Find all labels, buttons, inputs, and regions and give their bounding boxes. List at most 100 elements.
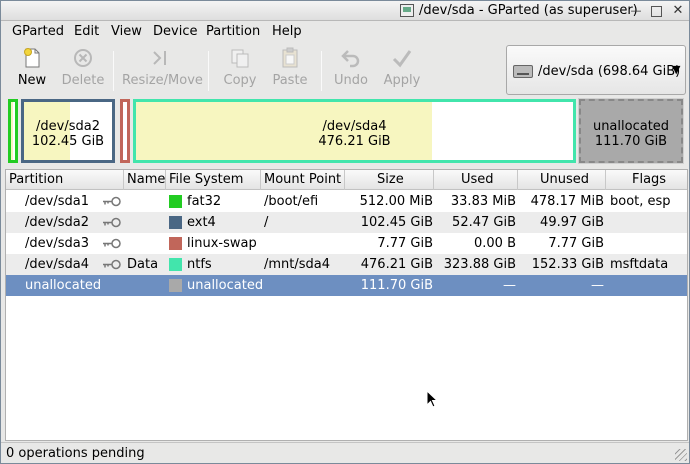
partition-block-label: /dev/sda2 102.45 GiB [31,119,105,149]
key-icon [102,259,122,270]
partition-block-sda3[interactable] [120,99,130,163]
cell-partition: unallocated [25,278,102,293]
table-row[interactable]: /dev/sda4 Data ntfs /mnt/sda4 476.21 GiB… [6,254,687,275]
column-header-unused[interactable]: Unused [518,170,606,190]
delete-button[interactable]: Delete [61,47,105,93]
cell-file-system: ext4 [187,215,216,230]
fs-color-swatch [169,237,182,250]
toolbar-separator [208,51,209,91]
column-header-name[interactable]: Name [124,170,166,190]
undo-icon [340,47,362,69]
cell-mount-point: /boot/efi [264,194,319,209]
fs-color-swatch [169,195,182,208]
disk-map: /dev/sda2 102.45 GiB /dev/sda4 476.21 Gi… [6,97,686,165]
cell-partition: /dev/sda3 [25,236,89,251]
menu-help[interactable]: Help [272,24,302,39]
copy-label: Copy [223,73,257,88]
key-icon [102,238,122,249]
apply-label: Apply [383,73,421,88]
cell-file-system: linux-swap [187,236,257,251]
app-icon [400,4,414,17]
partition-table: Partition Name File System Mount Point S… [5,169,688,441]
key-icon [102,196,122,207]
maximize-icon[interactable] [651,6,662,17]
column-header-mount-point[interactable]: Mount Point [261,170,345,190]
menu-gparted[interactable]: GParted [12,24,64,39]
cell-unused: 49.97 GiB [540,215,604,230]
paste-label: Paste [272,73,308,88]
column-header-partition[interactable]: Partition [6,170,124,190]
cell-file-system: ntfs [187,257,212,272]
cell-file-system: fat32 [187,194,222,209]
resize-grip-icon[interactable] [675,449,687,461]
paste-icon [279,47,301,69]
fs-color-swatch [169,258,182,271]
undo-button[interactable]: Undo [332,47,370,93]
title-bar[interactable]: /dev/sda - GParted (as superuser) — ✕ [1,1,689,21]
copy-button[interactable]: Copy [221,47,259,93]
minimize-icon[interactable]: — [629,4,643,18]
cell-used: 33.83 MiB [450,194,516,209]
cell-used: — [503,278,516,293]
menu-view[interactable]: View [111,24,142,39]
cell-name: Data [127,257,159,272]
fs-color-swatch [169,279,182,292]
cell-partition: /dev/sda1 [25,194,89,209]
cell-partition: /dev/sda4 [25,257,89,272]
column-header-file-system[interactable]: File System [166,170,261,190]
resize-move-button[interactable]: Resize/Move [122,47,203,93]
cell-file-system: unallocated [187,278,264,293]
menu-edit[interactable]: Edit [74,24,99,39]
table-row[interactable]: /dev/sda3 linux-swap 7.77 GiB 0.00 B 7.7… [6,233,687,254]
paste-button[interactable]: Paste [270,47,310,93]
partition-block-sda2[interactable]: /dev/sda2 102.45 GiB [21,99,115,163]
checkmark-icon [391,47,413,69]
cell-size: 512.00 MiB [359,194,433,209]
key-icon [102,217,122,228]
partition-block-label: /dev/sda4 476.21 GiB [318,119,391,149]
cell-mount-point: / [264,215,269,230]
new-document-icon [21,47,43,69]
mouse-pointer-icon [426,390,438,408]
menu-device[interactable]: Device [153,24,197,39]
hard-disk-icon [513,65,533,78]
new-button[interactable]: New [13,47,51,93]
partition-block-sda4[interactable]: /dev/sda4 476.21 GiB [133,99,576,163]
partition-block-unallocated[interactable]: unallocated 111.70 GiB [578,98,684,164]
menu-bar: GParted Edit View Device Partition Help [1,21,689,43]
device-selector-label: /dev/sda (698.64 GiB) [538,64,681,79]
column-header-used[interactable]: Used [434,170,518,190]
gparted-window: /dev/sda - GParted (as superuser) — ✕ GP… [0,0,690,464]
cell-used: 52.47 GiB [452,215,516,230]
column-header-flags[interactable]: Flags [606,170,687,190]
cell-flags: msftdata [610,257,669,272]
table-row[interactable]: /dev/sda1 fat32 /boot/efi 512.00 MiB 33.… [6,191,687,212]
cell-flags: boot, esp [610,194,671,209]
fs-color-swatch [169,216,182,229]
table-row[interactable]: /dev/sda2 ext4 / 102.45 GiB 52.47 GiB 49… [6,212,687,233]
table-header: Partition Name File System Mount Point S… [6,170,687,190]
cell-unused: 7.77 GiB [548,236,604,251]
partition-block-sda1[interactable] [8,99,18,163]
cell-size: 476.21 GiB [360,257,433,272]
status-text: 0 operations pending [6,446,145,461]
column-header-size[interactable]: Size [345,170,434,190]
cell-used: 0.00 B [474,236,516,251]
cell-used: 323.88 GiB [443,257,516,272]
apply-button[interactable]: Apply [382,47,422,93]
new-label: New [17,73,47,88]
menu-partition[interactable]: Partition [206,24,260,39]
copy-icon [229,47,251,69]
table-row-selected[interactable]: unallocated unallocated 111.70 GiB — — [6,275,687,296]
cell-size: 7.77 GiB [377,236,433,251]
resize-move-label: Resize/Move [122,73,203,88]
cell-mount-point: /mnt/sda4 [264,257,331,272]
delete-icon [72,47,94,69]
delete-label: Delete [61,73,105,88]
cell-partition: /dev/sda2 [25,215,89,230]
close-icon[interactable]: ✕ [671,4,685,18]
cell-unused: 152.33 GiB [531,257,604,272]
partition-block-label: unallocated 111.70 GiB [592,119,670,149]
device-selector[interactable]: /dev/sda (698.64 GiB) ▼ [506,45,686,95]
toolbar-separator [113,51,114,91]
